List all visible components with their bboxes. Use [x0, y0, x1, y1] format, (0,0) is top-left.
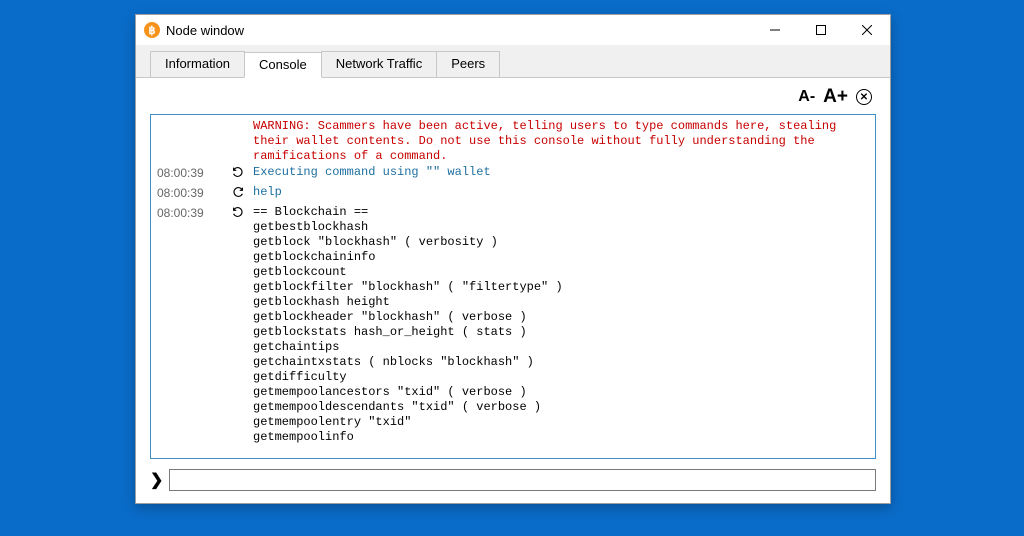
- titlebar: ฿ Node window: [136, 15, 890, 45]
- tab-console[interactable]: Console: [244, 52, 322, 78]
- tab-peers[interactable]: Peers: [436, 51, 500, 77]
- console-warning: WARNING: Scammers have been active, tell…: [253, 119, 869, 164]
- console-message: == Blockchain == getbestblockhash getblo…: [253, 205, 869, 445]
- timestamp: 08:00:39: [157, 205, 217, 221]
- prompt-icon: ❯: [150, 470, 163, 490]
- font-decrease-button[interactable]: A-: [798, 88, 815, 106]
- bitcoin-icon: ฿: [144, 22, 160, 38]
- node-window: ฿ Node window Information Console Networ…: [135, 14, 891, 504]
- console-output[interactable]: WARNING: Scammers have been active, tell…: [150, 114, 876, 459]
- console-row: 08:00:39 help: [157, 185, 869, 204]
- arrow-in-icon: [217, 185, 253, 204]
- console-input[interactable]: [169, 469, 876, 491]
- arrow-out-icon: [217, 165, 253, 184]
- arrow-out-icon: [217, 205, 253, 224]
- tab-network-traffic[interactable]: Network Traffic: [321, 51, 437, 77]
- minimize-button[interactable]: [752, 15, 798, 45]
- console-input-bar: ❯: [150, 469, 876, 491]
- console-message: help: [253, 185, 869, 200]
- close-button[interactable]: [844, 15, 890, 45]
- clear-console-button[interactable]: ✕: [856, 89, 872, 105]
- font-increase-button[interactable]: A+: [823, 86, 848, 108]
- timestamp: 08:00:39: [157, 165, 217, 181]
- console-toolbar: A- A+ ✕: [150, 86, 876, 114]
- console-row: 08:00:39 Executing command using "" walle…: [157, 165, 869, 184]
- console-row: 08:00:39 == Blockchain == getbestblockhas…: [157, 205, 869, 445]
- timestamp: 08:00:39: [157, 185, 217, 201]
- maximize-button[interactable]: [798, 15, 844, 45]
- window-title: Node window: [166, 23, 244, 38]
- console-warning-row: WARNING: Scammers have been active, tell…: [157, 119, 869, 164]
- tab-information[interactable]: Information: [150, 51, 245, 77]
- tab-content: A- A+ ✕ WARNING: Scammers have been acti…: [136, 78, 890, 503]
- tab-row: Information Console Network Traffic Peer…: [136, 45, 890, 78]
- console-message: Executing command using "" wallet: [253, 165, 869, 180]
